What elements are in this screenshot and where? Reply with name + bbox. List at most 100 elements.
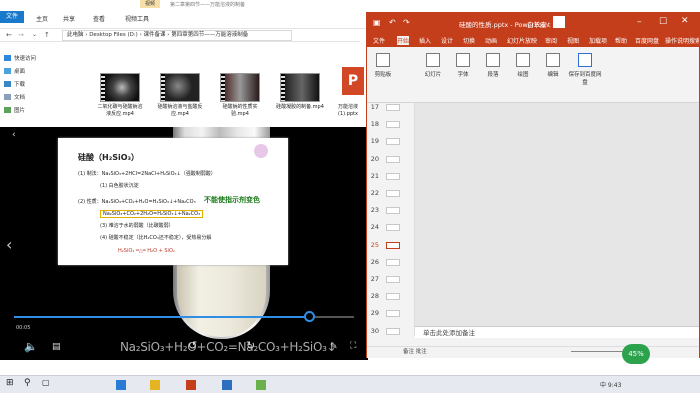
- tab-help[interactable]: 帮助: [615, 36, 627, 45]
- drawing-group[interactable]: 绘图: [511, 53, 535, 78]
- slide-number[interactable]: 28: [369, 292, 379, 300]
- tab-addins[interactable]: 加载项: [589, 36, 607, 45]
- chevron-down-icon[interactable]: ⌄: [32, 31, 37, 38]
- nav-documents[interactable]: 文档: [14, 93, 25, 101]
- file-label[interactable]: 二氧化碳与硅酸钠溶液反应.mp4: [96, 104, 144, 118]
- tab-transitions[interactable]: 切换: [463, 36, 475, 45]
- slide-thumbnail[interactable]: [386, 258, 400, 266]
- close-icon[interactable]: ✕: [681, 16, 689, 26]
- tab-review[interactable]: 审阅: [545, 36, 557, 45]
- wechat-icon[interactable]: [256, 380, 266, 390]
- tab-file[interactable]: 文件: [373, 36, 385, 45]
- redo-icon[interactable]: ↷: [403, 18, 410, 27]
- up-arrow-icon[interactable]: ↑: [44, 31, 50, 39]
- nav-downloads[interactable]: 下载: [14, 80, 25, 88]
- seek-handle[interactable]: [304, 311, 315, 322]
- tab-baidu[interactable]: 百度网盘: [635, 36, 659, 45]
- address-input[interactable]: 此电脑 › Desktop Files (D:) › 课件备课 › 第四章第四节…: [62, 30, 292, 41]
- slide-number[interactable]: 29: [369, 309, 379, 317]
- slide-number[interactable]: 21: [369, 172, 379, 180]
- slide-thumbnail[interactable]: [386, 172, 400, 180]
- tab-home[interactable]: 主页: [36, 14, 48, 23]
- slide-number[interactable]: 22: [369, 189, 379, 197]
- subtitle-icon[interactable]: ▤: [52, 341, 61, 353]
- slide-thumbnail[interactable]: [386, 224, 400, 232]
- slide-thumbnail[interactable]: [386, 293, 400, 301]
- task-view-icon[interactable]: ▢: [42, 378, 52, 388]
- prev-chevron-icon[interactable]: ‹: [6, 235, 12, 254]
- slide-thumbnail[interactable]: [386, 190, 400, 197]
- nav-quick-access[interactable]: 快速访问: [14, 54, 36, 62]
- slide-thumbnail[interactable]: [386, 241, 400, 249]
- tab-animations[interactable]: 动画: [485, 36, 497, 45]
- slide-number[interactable]: 24: [369, 223, 379, 231]
- status-notes-comments[interactable]: 备注 批注: [403, 347, 427, 358]
- slides-group[interactable]: 幻灯片: [421, 53, 445, 78]
- file-label[interactable]: 硅酸钠溶液与盐酸反应.mp4: [156, 104, 204, 118]
- slide-number[interactable]: 18: [369, 120, 379, 128]
- system-tray-clock[interactable]: 中 9:43: [600, 380, 621, 389]
- slide-thumbnail[interactable]: [386, 104, 400, 111]
- tab-video-tools[interactable]: 视频工具: [125, 14, 149, 23]
- fullscreen-icon[interactable]: ⛶: [350, 340, 356, 352]
- tab-share[interactable]: 共享: [63, 14, 75, 23]
- paragraph-group[interactable]: 段落: [481, 53, 505, 78]
- rewind-icon[interactable]: ↺: [188, 340, 197, 352]
- video-thumbnail[interactable]: [280, 73, 320, 102]
- minimize-icon[interactable]: –: [637, 17, 642, 27]
- volume-icon[interactable]: 🔈: [24, 341, 38, 353]
- edit-pen-icon[interactable]: ✎: [330, 341, 338, 353]
- slide-number[interactable]: 23: [369, 206, 379, 214]
- slide-thumbnail[interactable]: [386, 138, 400, 146]
- forward-arrow-icon[interactable]: →: [18, 31, 24, 39]
- file-explorer-icon[interactable]: [150, 380, 160, 390]
- slide-number[interactable]: 30: [369, 327, 379, 335]
- slide-number[interactable]: 20: [369, 155, 379, 163]
- windows-start-icon[interactable]: ⊞: [6, 378, 16, 388]
- maximize-icon[interactable]: ☐: [659, 17, 667, 27]
- slide-thumbnail[interactable]: [386, 207, 400, 215]
- tab-slideshow[interactable]: 幻灯片放映: [507, 36, 537, 45]
- slide-thumbnail[interactable]: [386, 155, 400, 163]
- video-thumbnail[interactable]: [100, 73, 140, 102]
- tab-view[interactable]: 视图: [567, 36, 579, 45]
- tab-home[interactable]: 开始: [397, 36, 410, 45]
- edge-icon[interactable]: [116, 380, 126, 390]
- video-thumbnail[interactable]: [220, 73, 260, 102]
- tell-me-search[interactable]: 操作说明搜索: [665, 36, 699, 45]
- nav-pictures[interactable]: 图片: [14, 106, 25, 114]
- powerpoint-file-icon[interactable]: P: [342, 67, 364, 95]
- avatar[interactable]: [553, 16, 565, 28]
- notes-pane[interactable]: 单击此处添加备注: [415, 326, 699, 338]
- slide-number[interactable]: 17: [369, 103, 379, 111]
- slide-number[interactable]: 27: [369, 275, 379, 283]
- tab-file[interactable]: 文件: [0, 11, 24, 23]
- clipboard-group[interactable]: 剪贴板: [371, 53, 395, 78]
- tab-design[interactable]: 设计: [441, 36, 453, 45]
- tab-view[interactable]: 查看: [93, 14, 105, 23]
- slide-thumbnail[interactable]: [386, 121, 400, 129]
- font-group[interactable]: 字体: [451, 53, 475, 78]
- save-icon[interactable]: ▣: [373, 18, 381, 27]
- editing-group[interactable]: 编辑: [541, 53, 565, 78]
- network-speed-badge[interactable]: 45%: [622, 344, 650, 364]
- video-app-icon[interactable]: [222, 380, 232, 390]
- search-icon[interactable]: ⚲: [24, 378, 34, 388]
- slide-thumbnail[interactable]: [386, 310, 400, 318]
- slide-number[interactable]: 26: [369, 258, 379, 266]
- back-arrow-icon[interactable]: ←: [6, 31, 12, 39]
- current-slide[interactable]: 硅酸（H₂SiO₃） (1) 制法：Na₂SiO₃+2HCl=2NaCl+H₂S…: [58, 138, 288, 265]
- forward-icon[interactable]: ↻: [246, 340, 255, 352]
- file-label[interactable]: 硅酸钠的性质实验.mp4: [216, 104, 264, 118]
- file-label[interactable]: 万能溶液(1).pptx: [330, 104, 366, 118]
- powerpoint-icon[interactable]: [186, 380, 196, 390]
- slide-thumbnail[interactable]: [386, 327, 400, 335]
- slide-number[interactable]: 25: [369, 241, 379, 249]
- nav-desktop[interactable]: 桌面: [14, 67, 25, 75]
- tab-insert[interactable]: 插入: [419, 36, 431, 45]
- slide-number[interactable]: 19: [369, 137, 379, 145]
- video-thumbnail[interactable]: [160, 73, 200, 102]
- baidu-save-button[interactable]: 保存到百度网盘: [567, 53, 603, 86]
- back-chevron-icon[interactable]: ‹: [12, 130, 16, 140]
- file-label[interactable]: 硅酸凝胶的制备.mp4: [276, 104, 324, 111]
